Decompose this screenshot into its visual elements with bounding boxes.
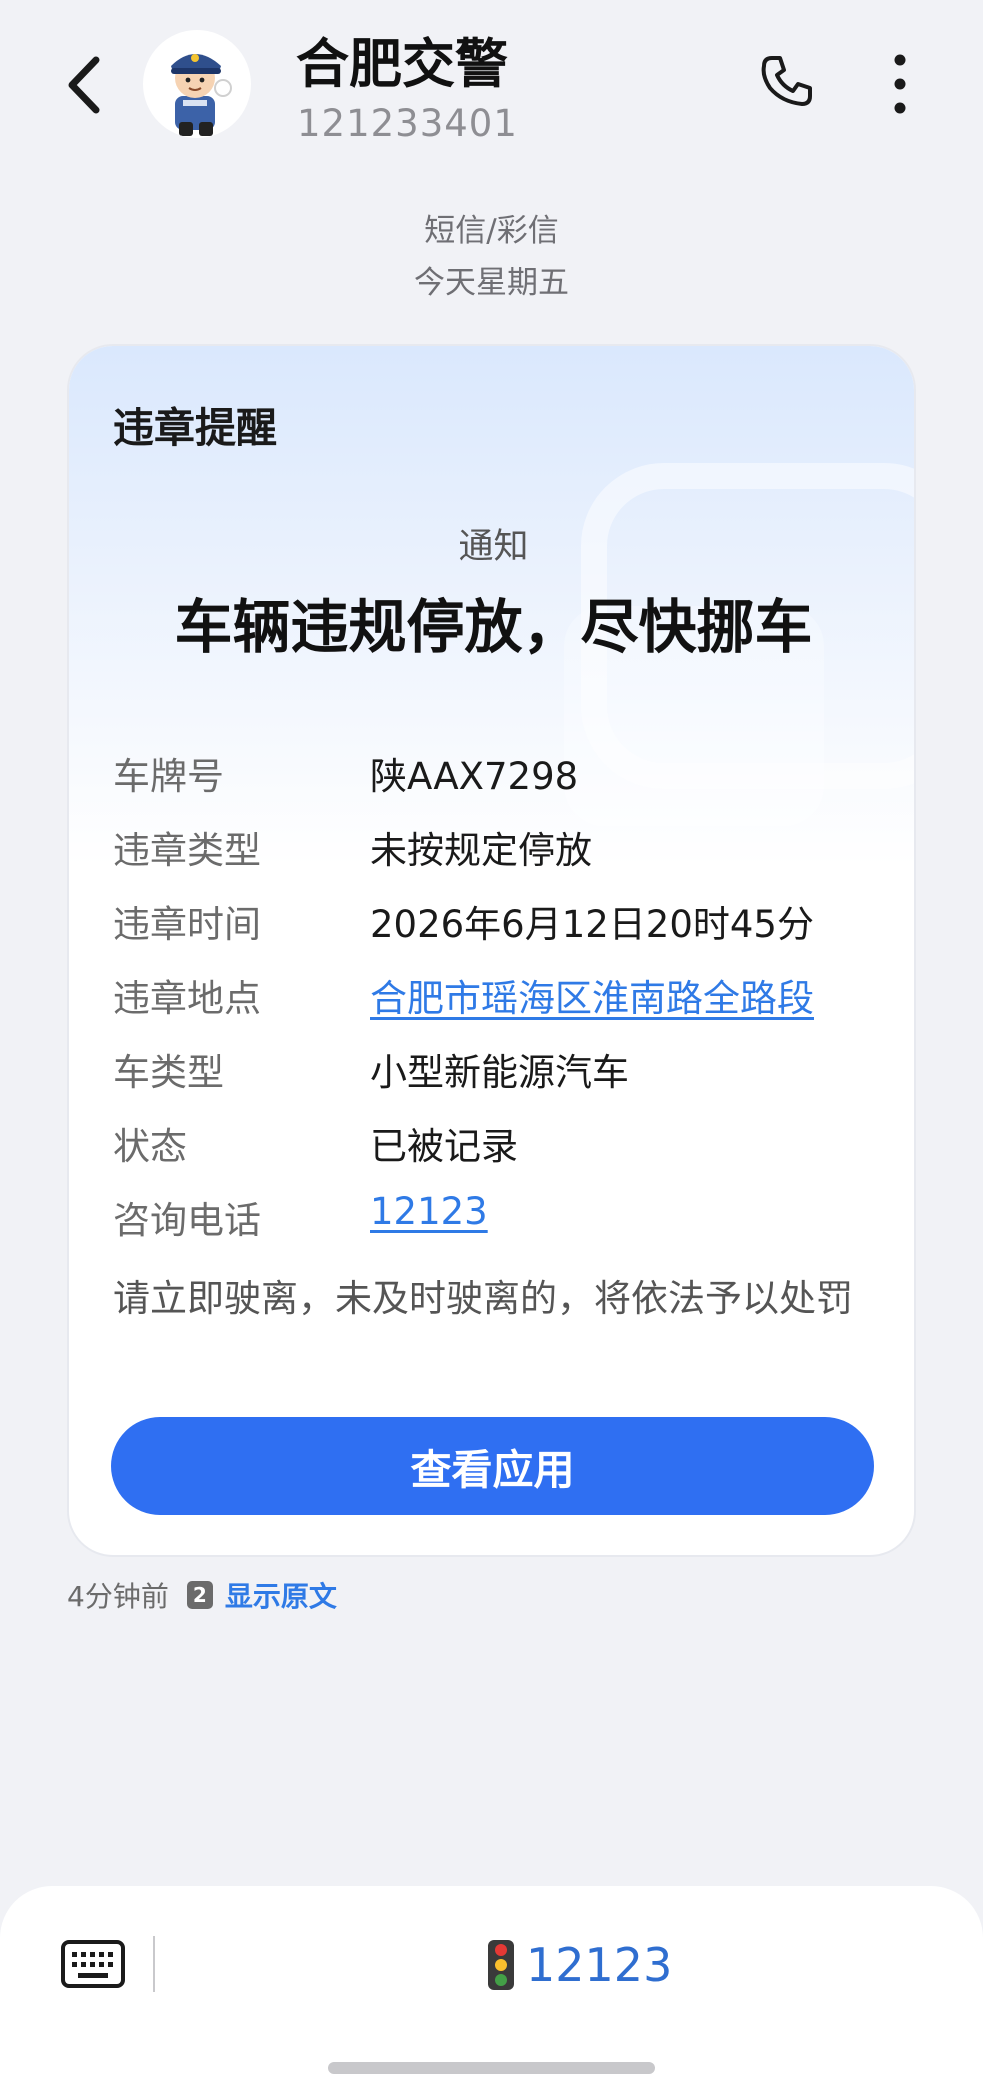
detail-value: 2026年6月12日20时45分 bbox=[370, 903, 814, 946]
keyboard-icon bbox=[61, 1940, 125, 1988]
back-button[interactable] bbox=[58, 52, 118, 118]
detail-row-location: 违章地点 合肥市瑶海区淮南路全路段 bbox=[113, 968, 893, 1042]
message-time: 4分钟前 bbox=[67, 1580, 169, 1613]
notice-headline: 车辆违规停放，尽快挪车 bbox=[174, 593, 813, 661]
date-separator: 今天星期五 bbox=[414, 265, 569, 301]
violation-notice-card: 违章提醒 通知 车辆违规停放，尽快挪车 车牌号 陕AAX7298 违章类型 未按… bbox=[67, 344, 916, 1557]
detail-row-plate: 车牌号 陕AAX7298 bbox=[113, 746, 893, 820]
detail-value: 小型新能源汽车 bbox=[370, 1051, 629, 1094]
detail-value: 陕AAX7298 bbox=[370, 755, 579, 798]
detail-row-violation-type: 违章类型 未按规定停放 bbox=[113, 820, 893, 894]
chevron-left-icon bbox=[68, 56, 100, 114]
detail-row-violation-time: 违章时间 2026年6月12日20时45分 bbox=[113, 894, 893, 968]
home-indicator[interactable] bbox=[328, 2062, 655, 2074]
message-meta: 4分钟前 2 显示原文 bbox=[67, 1575, 337, 1615]
police-officer-avatar-icon bbox=[171, 54, 232, 136]
sim-slot-badge: 2 bbox=[186, 1581, 213, 1609]
location-link[interactable]: 合肥市瑶海区淮南路全路段 bbox=[370, 968, 814, 1022]
detail-label: 车类型 bbox=[113, 1051, 224, 1094]
detail-label: 车牌号 bbox=[113, 755, 224, 798]
hotline-link[interactable]: 12123 bbox=[370, 1190, 488, 1233]
detail-row-vehicle-type: 车类型 小型新能源汽车 bbox=[113, 1042, 893, 1116]
more-vertical-icon bbox=[894, 54, 906, 114]
detail-label: 违章类型 bbox=[113, 829, 261, 872]
phone-icon bbox=[761, 56, 812, 106]
traffic-light-icon bbox=[488, 1940, 514, 1990]
avatar[interactable] bbox=[143, 30, 251, 138]
message-type-label: 短信/彩信 bbox=[424, 213, 559, 249]
bar-divider bbox=[153, 1936, 155, 1992]
show-original-link[interactable]: 显示原文 bbox=[225, 1575, 337, 1615]
contact-number: 121233401 bbox=[297, 102, 518, 145]
detail-label: 违章时间 bbox=[113, 903, 261, 946]
violation-details: 车牌号 陕AAX7298 违章类型 未按规定停放 违章时间 2026年6月12日… bbox=[113, 746, 893, 1264]
more-options-button[interactable] bbox=[880, 52, 920, 116]
sms-conversation-screen: 合肥交警 121233401 短信/彩信 今天星期五 违章提醒 通知 车辆违规停… bbox=[0, 0, 983, 2100]
quick-reply-12123[interactable]: 12123 bbox=[486, 1930, 672, 2000]
card-title: 违章提醒 bbox=[113, 404, 277, 452]
detail-label: 咨询电话 bbox=[113, 1199, 261, 1242]
call-button[interactable] bbox=[756, 52, 816, 112]
detail-row-status: 状态 已被记录 bbox=[113, 1116, 893, 1190]
view-app-button[interactable]: 查看应用 bbox=[111, 1417, 874, 1515]
quick-reply-label: 12123 bbox=[526, 1938, 673, 1992]
notice-label: 通知 bbox=[458, 527, 529, 567]
detail-label: 违章地点 bbox=[113, 977, 261, 1020]
conversation-header: 合肥交警 121233401 bbox=[0, 0, 983, 175]
detail-value: 已被记录 bbox=[370, 1125, 518, 1168]
keyboard-button[interactable] bbox=[60, 1936, 126, 1994]
detail-label: 状态 bbox=[113, 1125, 187, 1168]
detail-row-hotline: 咨询电话 12123 bbox=[113, 1190, 893, 1264]
contact-name: 合肥交警 bbox=[296, 34, 508, 95]
detail-value: 未按规定停放 bbox=[370, 829, 592, 872]
warning-text: 请立即驶离，未及时驶离的，将依法予以处罚 bbox=[113, 1277, 853, 1320]
